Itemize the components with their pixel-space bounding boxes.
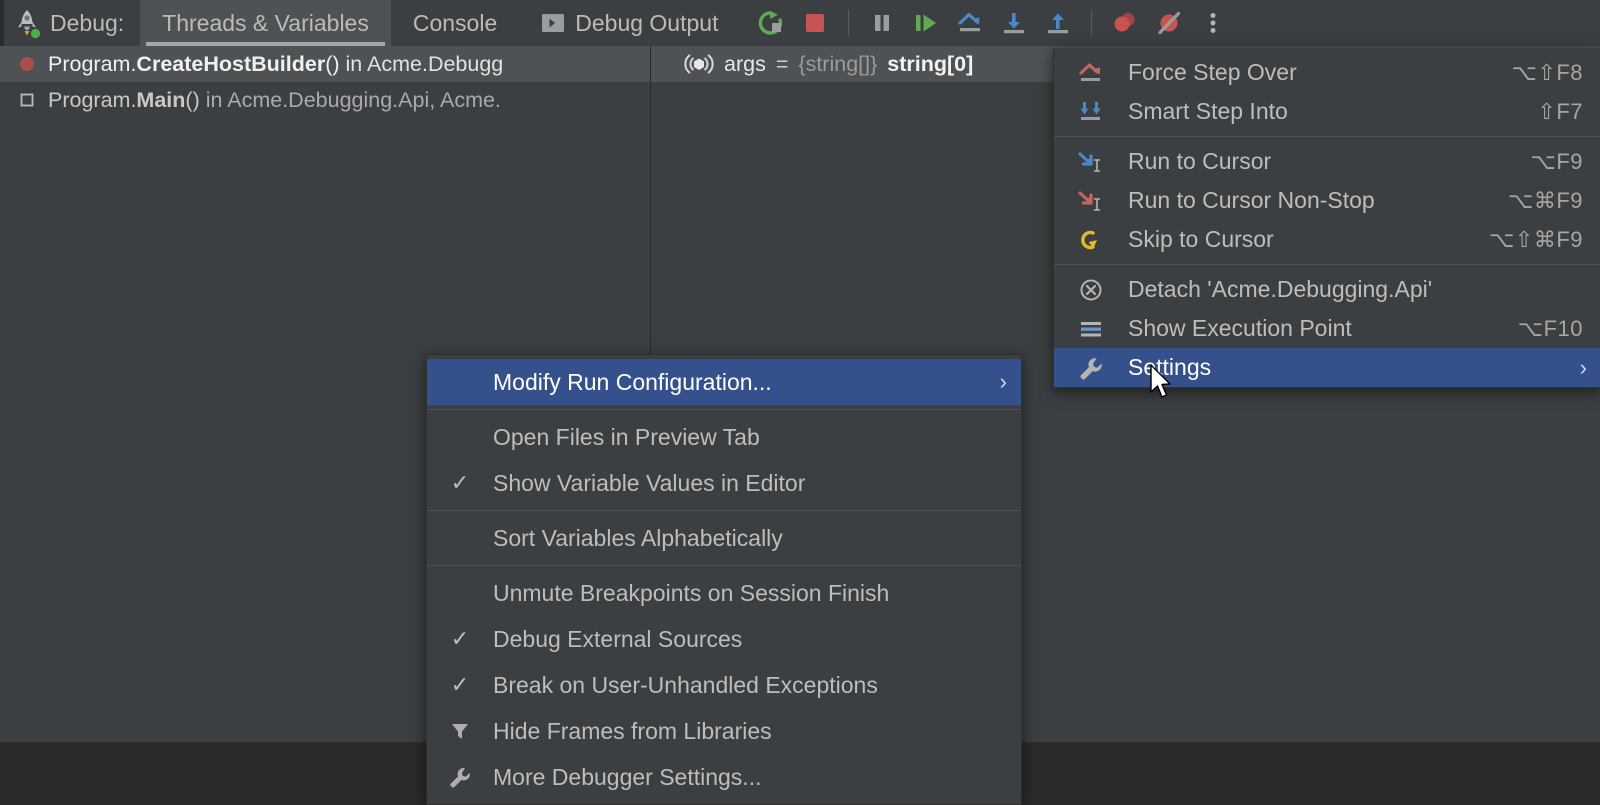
menu-item-skip-to-cursor[interactable]: Skip to Cursor ⌥⇧⌘F9	[1054, 220, 1600, 259]
smart-step-into-icon	[1054, 99, 1128, 125]
table-row[interactable]: Program.Main() in Acme.Debugging.Api, Ac…	[0, 82, 650, 118]
menu-separator	[1054, 264, 1600, 265]
tab-debug-output[interactable]: Debug Output	[519, 0, 740, 46]
breakpoint-dot-icon	[18, 55, 36, 73]
detach-icon	[1054, 277, 1128, 303]
tab-console[interactable]: Console	[391, 0, 519, 46]
menu-item-shortcut: ⌥⇧F8	[1511, 59, 1583, 85]
menu-item-label: Skip to Cursor	[1128, 226, 1274, 252]
menu-item-label: Run to Cursor Non-Stop	[1128, 187, 1375, 213]
more-options-button[interactable]	[1191, 0, 1235, 46]
wrench-icon	[1054, 355, 1128, 381]
menu-item-shortcut: ⌥F10	[1517, 315, 1583, 341]
filter-icon	[427, 719, 493, 743]
menu-item-shortcut: ⌥⌘F9	[1507, 187, 1583, 213]
frame-label: Program.CreateHostBuilder() in Acme.Debu…	[48, 51, 504, 76]
menu-item-label: Hide Frames from Libraries	[493, 717, 772, 744]
debug-toolbar: Debug: Threads & Variables Console Debug…	[0, 0, 1600, 46]
frame-square-icon	[18, 91, 36, 109]
step-into-button[interactable]	[992, 0, 1036, 46]
tab-console-label: Console	[412, 9, 498, 36]
menu-item-open-files-in-preview-tab[interactable]: Open Files in Preview Tab	[427, 414, 1021, 460]
debugger-options-menu[interactable]: Modify Run Configuration... › Open Files…	[426, 354, 1022, 805]
menu-item-shortcut: ⇧F7	[1537, 98, 1583, 124]
variable-type: {string[]}	[798, 51, 878, 76]
menu-item-smart-step-into[interactable]: Smart Step Into ⇧F7	[1054, 92, 1600, 131]
menu-item-label: Modify Run Configuration...	[493, 368, 772, 395]
wrench-icon	[427, 765, 493, 789]
rocket-icon	[4, 0, 50, 46]
chevron-right-icon: ›	[1579, 354, 1587, 380]
menu-item-label: Show Variable Values in Editor	[493, 469, 806, 496]
frame-label: Program.Main() in Acme.Debugging.Api, Ac…	[48, 87, 501, 112]
console-play-icon	[541, 13, 565, 33]
tab-threads-and-variables[interactable]: Threads & Variables	[140, 0, 391, 46]
step-over-button[interactable]	[948, 0, 992, 46]
step-out-button[interactable]	[1036, 0, 1080, 46]
check-icon: ✓	[450, 672, 470, 697]
menu-item-label: Sort Variables Alphabetically	[493, 524, 783, 551]
menu-separator	[427, 565, 1021, 566]
menu-item-label: Settings	[1128, 354, 1212, 380]
menu-item-show-execution-point[interactable]: Show Execution Point ⌥F10	[1054, 309, 1600, 348]
menu-item-run-to-cursor-non-stop[interactable]: Run to Cursor Non-Stop ⌥⌘F9	[1054, 181, 1600, 220]
menu-item-label: Open Files in Preview Tab	[493, 423, 760, 450]
chevron-right-icon: ›	[999, 369, 1007, 394]
menu-item-modify-run-configuration[interactable]: Modify Run Configuration... ›	[427, 359, 1021, 405]
menu-item-label: Smart Step Into	[1128, 98, 1288, 124]
pause-program-button[interactable]	[860, 0, 904, 46]
tab-threads-and-variables-label: Threads & Variables	[162, 9, 369, 36]
variable-equals: =	[775, 51, 789, 76]
menu-item-debug-external-sources[interactable]: ✓ Debug External Sources	[427, 616, 1021, 662]
run-to-cursor-icon	[1054, 149, 1128, 175]
menu-separator	[427, 510, 1021, 511]
menu-separator	[427, 409, 1021, 410]
menu-item-unmute-breakpoints-on-session-finish[interactable]: Unmute Breakpoints on Session Finish	[427, 570, 1021, 616]
mute-breakpoints-button[interactable]	[1147, 0, 1191, 46]
debugger-window: Debug: Threads & Variables Console Debug…	[0, 0, 1600, 805]
rerun-button[interactable]	[749, 0, 793, 46]
menu-item-detach-process[interactable]: Detach 'Acme.Debugging.Api'	[1054, 270, 1600, 309]
menu-item-label: Detach 'Acme.Debugging.Api'	[1128, 276, 1433, 302]
force-step-over-icon	[1054, 60, 1128, 86]
menu-item-label: More Debugger Settings...	[493, 763, 762, 790]
skip-to-cursor-icon	[1054, 227, 1128, 253]
menu-item-show-variable-values-in-editor[interactable]: ✓ Show Variable Values in Editor	[427, 460, 1021, 506]
toolbar-divider-1	[848, 10, 850, 36]
tab-debug-output-label: Debug Output	[575, 9, 719, 36]
menu-item-force-step-over[interactable]: Force Step Over ⌥⇧F8	[1054, 53, 1600, 92]
menu-item-break-on-user-unhandled-exceptions[interactable]: ✓ Break on User-Unhandled Exceptions	[427, 662, 1021, 708]
check-icon: ✓	[450, 470, 470, 495]
check-icon: ✓	[450, 626, 470, 651]
menu-item-label: Force Step Over	[1128, 59, 1297, 85]
toolbar-divider-2	[1091, 10, 1093, 36]
toolbar-title: Debug:	[50, 9, 125, 36]
stop-button[interactable]	[793, 0, 837, 46]
menu-item-label: Show Execution Point	[1128, 315, 1352, 341]
view-breakpoints-button[interactable]	[1103, 0, 1147, 46]
menu-item-sort-variables-alphabetically[interactable]: Sort Variables Alphabetically	[427, 515, 1021, 561]
run-to-cursor-nonstop-icon	[1054, 188, 1128, 214]
parameter-icon	[684, 52, 714, 76]
menu-item-label: Break on User-Unhandled Exceptions	[493, 671, 878, 698]
menu-item-more-debugger-settings[interactable]: More Debugger Settings...	[427, 754, 1021, 800]
show-execution-point-icon	[1054, 316, 1128, 342]
menu-item-settings[interactable]: Settings ›	[1054, 348, 1600, 387]
menu-item-shortcut: ⌥⇧⌘F9	[1489, 226, 1583, 252]
menu-item-label: Unmute Breakpoints on Session Finish	[493, 579, 890, 606]
menu-item-label: Run to Cursor	[1128, 148, 1272, 174]
table-row[interactable]: Program.CreateHostBuilder() in Acme.Debu…	[0, 46, 650, 82]
resume-program-button[interactable]	[904, 0, 948, 46]
stepping-actions-menu[interactable]: Force Step Over ⌥⇧F8 Smart Step Into ⇧F7	[1053, 48, 1600, 388]
variable-value: string[0]	[887, 51, 974, 76]
variable-name: args	[724, 51, 766, 76]
menu-separator	[1054, 136, 1600, 137]
menu-item-label: Debug External Sources	[493, 625, 743, 652]
menu-item-hide-frames-from-libraries[interactable]: Hide Frames from Libraries	[427, 708, 1021, 754]
menu-item-run-to-cursor[interactable]: Run to Cursor ⌥F9	[1054, 142, 1600, 181]
menu-item-shortcut: ⌥F9	[1530, 148, 1583, 174]
